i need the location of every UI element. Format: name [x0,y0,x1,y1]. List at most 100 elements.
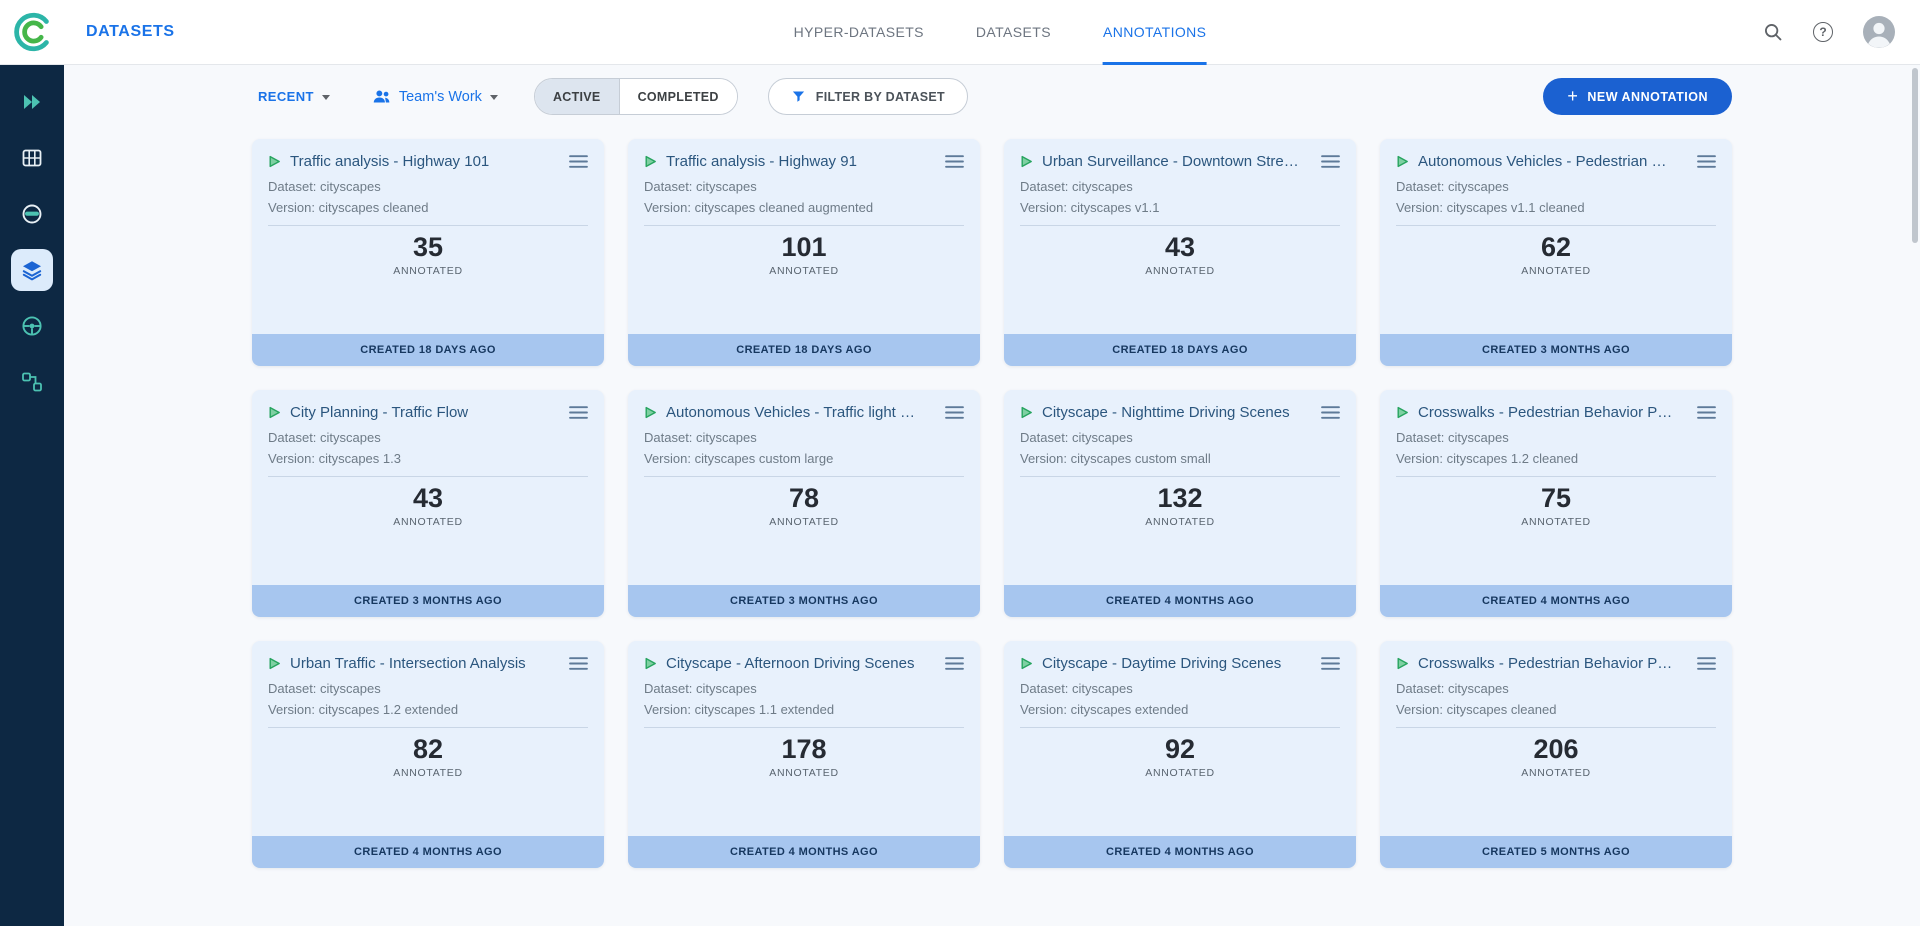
annotated-label: ANNOTATED [1020,516,1340,528]
user-avatar[interactable] [1862,15,1896,49]
card-menu-icon[interactable] [1321,154,1340,169]
app-logo-icon[interactable] [10,9,56,55]
status-segment-active[interactable]: ACTIVE [535,79,619,114]
card-menu-icon[interactable] [945,154,964,169]
tab-hyper-datasets[interactable]: HYPER-DATASETS [794,0,924,65]
annotation-card[interactable]: Autonomous Vehicles - Traffic light … Da… [628,390,980,617]
card-menu-icon[interactable] [1697,154,1716,169]
annotated-label: ANNOTATED [1396,516,1716,528]
card-created-footer: CREATED 3 MONTHS AGO [1380,334,1732,366]
annotation-card[interactable]: Crosswalks - Pedestrian Behavior P… Data… [1380,641,1732,868]
card-divider [644,225,964,226]
annotation-card[interactable]: Cityscape - Afternoon Driving Scenes Dat… [628,641,980,868]
sort-dropdown[interactable]: RECENT [252,78,336,115]
card-version: Version: cityscapes extended [1020,702,1340,717]
sidebar-item-datasets[interactable] [11,137,53,179]
card-menu-icon[interactable] [1321,405,1340,420]
topbar: DATASETS HYPER-DATASETSDATASETSANNOTATIO… [0,0,1920,65]
topbar-actions: ? [1762,15,1896,49]
card-title[interactable]: Cityscape - Nighttime Driving Scenes [1042,404,1312,421]
card-body: Crosswalks - Pedestrian Behavior P… Data… [1380,641,1732,836]
card-dataset: Dataset: cityscapes [1396,681,1716,696]
card-body: Cityscape - Daytime Driving Scenes Datas… [1004,641,1356,836]
annotated-label: ANNOTATED [644,516,964,528]
annotated-count: 132 [1020,483,1340,514]
card-body: Autonomous Vehicles - Pedestrian … Datas… [1380,139,1732,334]
card-created-footer: CREATED 4 MONTHS AGO [1380,585,1732,617]
annotated-label: ANNOTATED [268,767,588,779]
annotated-count: 75 [1396,483,1716,514]
sidebar [0,65,64,926]
frames-icon [20,146,44,170]
card-title[interactable]: Cityscape - Daytime Driving Scenes [1042,655,1312,672]
card-title[interactable]: Autonomous Vehicles - Traffic light … [666,404,936,421]
search-icon[interactable] [1762,21,1784,43]
card-title[interactable]: Traffic analysis - Highway 91 [666,153,936,170]
card-divider [268,225,588,226]
annotation-card[interactable]: Autonomous Vehicles - Pedestrian … Datas… [1380,139,1732,366]
scrollbar-thumb[interactable] [1912,68,1918,243]
card-title[interactable]: Urban Surveillance - Downtown Stre… [1042,153,1312,170]
sort-label: RECENT [258,89,314,104]
sidebar-item-labeling[interactable] [11,193,53,235]
card-menu-icon[interactable] [1321,656,1340,671]
help-icon[interactable]: ? [1812,21,1834,43]
chevron-down-icon [322,95,330,100]
card-version: Version: cityscapes cleaned augmented [644,200,964,215]
tab-annotations[interactable]: ANNOTATIONS [1103,0,1206,65]
card-version: Version: cityscapes v1.1 [1020,200,1340,215]
card-created-footer: CREATED 4 MONTHS AGO [1004,585,1356,617]
new-annotation-button[interactable]: + NEW ANNOTATION [1543,78,1732,115]
sidebar-item-pipelines[interactable] [11,361,53,403]
sidebar-item-getting-started[interactable] [11,81,53,123]
card-menu-icon[interactable] [945,656,964,671]
card-menu-icon[interactable] [1697,405,1716,420]
sidebar-item-annotations[interactable] [11,249,53,291]
card-grid: Traffic analysis - Highway 101 Dataset: … [252,139,1732,868]
status-toggle: ACTIVECOMPLETED [534,78,738,115]
annotated-label: ANNOTATED [1396,265,1716,277]
card-dataset: Dataset: cityscapes [268,681,588,696]
annotation-card[interactable]: Urban Surveillance - Downtown Stre… Data… [1004,139,1356,366]
card-body: Cityscape - Afternoon Driving Scenes Dat… [628,641,980,836]
card-menu-icon[interactable] [1697,656,1716,671]
annotation-card[interactable]: Traffic analysis - Highway 101 Dataset: … [252,139,604,366]
card-title[interactable]: Autonomous Vehicles - Pedestrian … [1418,153,1688,170]
play-icon [644,657,657,670]
card-menu-icon[interactable] [945,405,964,420]
annotation-card[interactable]: Cityscape - Nighttime Driving Scenes Dat… [1004,390,1356,617]
annotated-count: 206 [1396,734,1716,765]
card-version: Version: cityscapes cleaned [268,200,588,215]
card-menu-icon[interactable] [569,656,588,671]
card-menu-icon[interactable] [569,405,588,420]
card-title[interactable]: Crosswalks - Pedestrian Behavior P… [1418,655,1688,672]
card-title[interactable]: Crosswalks - Pedestrian Behavior P… [1418,404,1688,421]
annotation-card[interactable]: Traffic analysis - Highway 91 Dataset: c… [628,139,980,366]
toolbar: RECENT Team's Work ACTIVECOMPLETED FIL [252,78,1732,115]
annotation-card[interactable]: Urban Traffic - Intersection Analysis Da… [252,641,604,868]
sidebar-item-models[interactable] [11,305,53,347]
card-title[interactable]: Traffic analysis - Highway 101 [290,153,560,170]
annotation-card[interactable]: Cityscape - Daytime Driving Scenes Datas… [1004,641,1356,868]
card-title[interactable]: Urban Traffic - Intersection Analysis [290,655,560,672]
annotated-count: 178 [644,734,964,765]
annotated-label: ANNOTATED [268,265,588,277]
card-header: Autonomous Vehicles - Pedestrian … [1396,153,1716,170]
annotation-card[interactable]: Crosswalks - Pedestrian Behavior P… Data… [1380,390,1732,617]
card-dataset: Dataset: cityscapes [268,179,588,194]
card-title[interactable]: City Planning - Traffic Flow [290,404,560,421]
filter-icon [791,89,806,104]
card-created-footer: CREATED 5 MONTHS AGO [1380,836,1732,868]
filter-by-dataset-button[interactable]: FILTER BY DATASET [768,78,968,115]
card-dataset: Dataset: cityscapes [1020,430,1340,445]
card-header: Cityscape - Afternoon Driving Scenes [644,655,964,672]
card-title[interactable]: Cityscape - Afternoon Driving Scenes [666,655,936,672]
card-menu-icon[interactable] [569,154,588,169]
tab-datasets[interactable]: DATASETS [976,0,1051,65]
status-segment-completed[interactable]: COMPLETED [619,79,737,114]
card-body: City Planning - Traffic Flow Dataset: ci… [252,390,604,585]
annotation-card[interactable]: City Planning - Traffic Flow Dataset: ci… [252,390,604,617]
card-created-footer: CREATED 18 DAYS AGO [252,334,604,366]
card-divider [644,476,964,477]
scope-dropdown[interactable]: Team's Work [366,78,504,115]
